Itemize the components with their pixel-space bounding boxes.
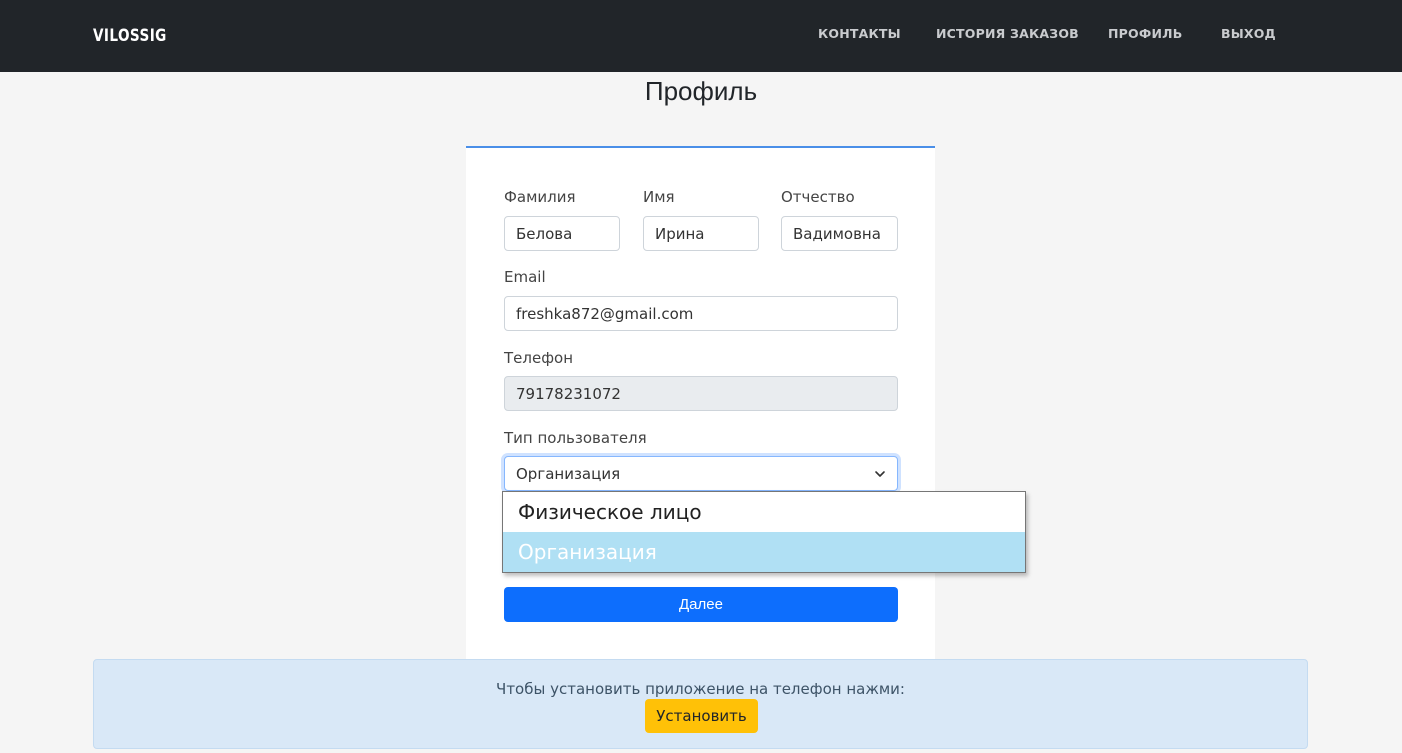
- install-banner: Чтобы установить приложение на телефон н…: [93, 659, 1308, 749]
- last-name-input[interactable]: Белова: [504, 216, 620, 251]
- first-name-label: Имя: [643, 188, 675, 206]
- install-banner-text: Чтобы установить приложение на телефон н…: [496, 680, 905, 698]
- nav-link-profile[interactable]: ПРОФИЛЬ: [1108, 26, 1182, 41]
- brand-logo[interactable]: VILOSSIG: [93, 22, 167, 50]
- chevron-down-icon: [875, 470, 885, 477]
- phone-input: 79178231072: [504, 376, 898, 411]
- user-type-dropdown: Физическое лицо Организация: [502, 491, 1026, 573]
- page-title: Профиль: [644, 76, 758, 106]
- email-label: Email: [504, 268, 546, 286]
- option-individual[interactable]: Физическое лицо: [503, 492, 1025, 532]
- last-name-label: Фамилия: [504, 188, 576, 206]
- next-button[interactable]: Далее: [504, 587, 898, 622]
- navbar: VILOSSIG КОНТАКТЫ ИСТОРИЯ ЗАКАЗОВ ПРОФИЛ…: [0, 0, 1402, 72]
- nav-link-logout[interactable]: ВЫХОД: [1221, 26, 1276, 41]
- first-name-input[interactable]: Ирина: [643, 216, 759, 251]
- nav-link-contacts[interactable]: КОНТАКТЫ: [818, 26, 901, 41]
- user-type-select[interactable]: Организация: [504, 456, 898, 491]
- option-organization[interactable]: Организация: [503, 532, 1025, 572]
- email-input[interactable]: freshka872@gmail.com: [504, 296, 898, 331]
- user-type-label: Тип пользователя: [504, 429, 647, 447]
- user-type-value: Организация: [516, 464, 621, 483]
- nav-link-order-history[interactable]: ИСТОРИЯ ЗАКАЗОВ: [936, 26, 1079, 41]
- patronymic-input[interactable]: Вадимовна: [781, 216, 898, 251]
- patronymic-label: Отчество: [781, 188, 855, 206]
- install-button[interactable]: Установить: [645, 699, 758, 733]
- phone-label: Телефон: [504, 349, 574, 367]
